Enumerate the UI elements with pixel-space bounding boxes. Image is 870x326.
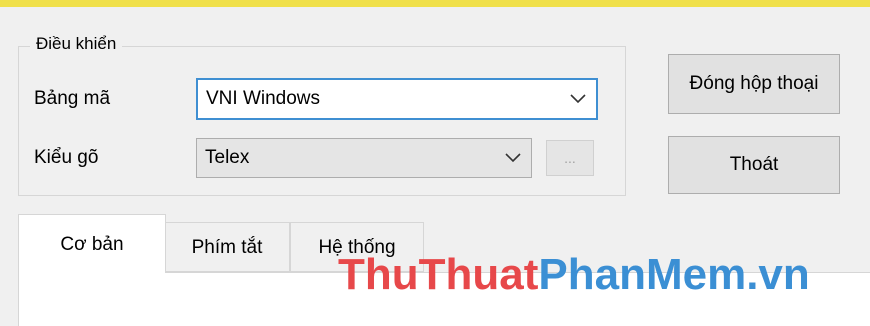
encoding-value: VNI Windows [206, 88, 321, 109]
tab-shortcuts[interactable]: Phím tắt [164, 222, 290, 272]
input-method-select[interactable]: Telex [196, 138, 532, 178]
watermark-logo: ThuThuatPhanMem.vn [338, 250, 810, 300]
watermark-part1: ThuThuat [338, 250, 539, 299]
top-accent-bar [0, 0, 870, 7]
exit-button[interactable]: Thoát [668, 136, 840, 194]
close-dialog-button[interactable]: Đóng hộp thoại [668, 54, 840, 114]
encoding-select[interactable]: VNI Windows [196, 78, 598, 120]
input-method-value: Telex [205, 147, 250, 168]
encoding-label: Bảng mã [34, 88, 111, 109]
watermark-part2: PhanMem.vn [538, 250, 810, 299]
chevron-down-icon [505, 147, 521, 169]
input-method-label: Kiểu gõ [34, 147, 99, 168]
groupbox-title: Điều khiển [30, 34, 123, 54]
chevron-down-icon [570, 88, 586, 110]
tab-basic[interactable]: Cơ bản [18, 214, 166, 273]
input-method-more-button[interactable]: ... [546, 140, 594, 176]
